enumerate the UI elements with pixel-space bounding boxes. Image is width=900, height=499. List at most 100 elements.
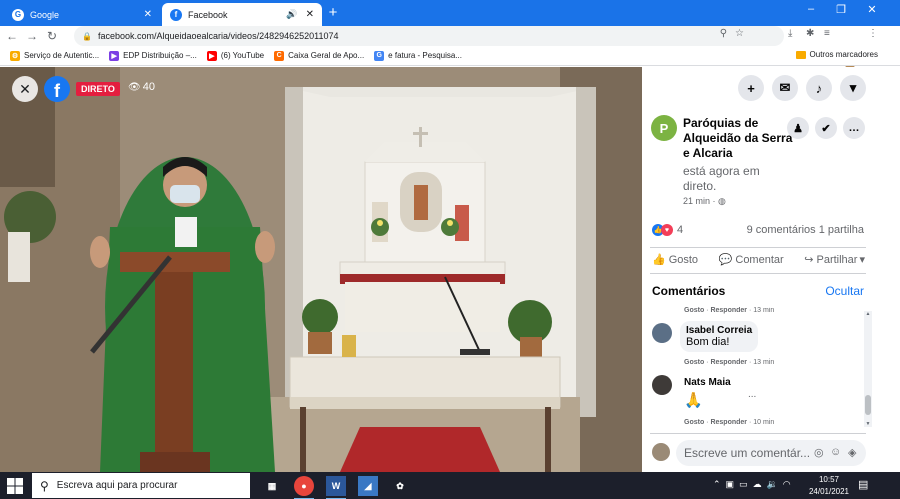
share-button[interactable]: ↪ Partilhar ▾ [804, 253, 868, 267]
commenter-avatar[interactable] [652, 375, 672, 395]
post-time-text: 21 min · [683, 196, 716, 206]
battery-icon[interactable]: ▭ [739, 479, 748, 490]
gif-icon[interactable]: ◈ [848, 446, 856, 459]
tab-google[interactable]: G Google ✕ [4, 3, 160, 26]
audio-playing-icon[interactable]: 🔊 [286, 9, 297, 20]
menu-kebab-icon[interactable]: ⋮ [868, 28, 878, 39]
account-menu-chevron-icon[interactable]: ▾ [840, 75, 866, 101]
bookmark-item[interactable]: C Caixa Geral de Apo... [274, 50, 364, 61]
comments-list[interactable]: Gosto · Responder · 13 min Isabel Correi… [642, 307, 874, 431]
comment-like-link[interactable]: Gosto [684, 419, 704, 426]
chrome-taskbar-icon[interactable]: ● [294, 476, 314, 499]
comment-button[interactable]: 💬 Comentar [719, 253, 784, 267]
close-tab-icon[interactable]: ✕ [306, 9, 314, 20]
close-video-button[interactable]: ✕ [12, 76, 38, 102]
forward-arrow-icon[interactable]: → [24, 29, 40, 43]
comment-reply-link[interactable]: Responder [710, 359, 747, 366]
comment-reply-link[interactable]: Responder [710, 307, 747, 314]
shares-count-link[interactable]: 1 partilha [819, 224, 864, 236]
live-video-player[interactable]: ✕ f DIRETO 👁 40 [0, 67, 642, 472]
comment-author[interactable]: Nats Maia [684, 377, 731, 388]
photos-taskbar-icon[interactable]: ✿ [390, 476, 410, 496]
notification-center-icon[interactable]: ▤ [858, 478, 868, 491]
new-tab-button[interactable]: + [324, 4, 342, 21]
bookmark-item[interactable]: G e fatura - Pesquisa... [374, 50, 462, 61]
wifi-icon[interactable]: ◠ [783, 479, 791, 490]
reload-icon[interactable]: ↻ [44, 29, 60, 43]
word-taskbar-icon[interactable]: W [326, 476, 346, 499]
emoji-icon[interactable]: ☺ [830, 446, 841, 458]
like-label: Gosto [668, 253, 699, 266]
reactions-summary[interactable]: 👍 ♥ 4 [652, 224, 683, 236]
current-user-avatar [652, 443, 670, 461]
taskbar-search[interactable]: ⚲ Escreva aqui para procurar [32, 473, 250, 498]
comment-author[interactable]: Isabel Correia [686, 325, 752, 336]
viewer-count-value: 40 [142, 81, 155, 93]
more-options-icon[interactable]: … [843, 117, 865, 139]
post-action-bar: 👍 Gosto 💬 Comentar ↪ Partilhar ▾ [652, 253, 868, 267]
app-taskbar-icon[interactable]: ◢ [358, 476, 378, 496]
bookmark-item[interactable]: ▶ EDP Distribuição –... [109, 50, 197, 61]
page-avatar[interactable]: P [651, 115, 677, 141]
hide-comments-link[interactable]: Ocultar [825, 284, 864, 298]
thumbs-up-icon: 👍 [652, 254, 666, 266]
love-reaction-icon: ♥ [661, 224, 673, 236]
maximize-button[interactable]: ❐ [830, 3, 852, 16]
back-arrow-icon[interactable]: ← [4, 29, 20, 43]
notifications-bell-icon[interactable]: ♪ [806, 75, 832, 101]
facebook-favicon-icon: f [170, 8, 182, 21]
comment-more-options[interactable]: ... [748, 389, 756, 400]
browser-tab-strip: G Google ✕ f Facebook 🔊 ✕ + – ❐ ✕ [0, 0, 900, 26]
scroll-up-arrow-icon[interactable]: ▲ [864, 311, 872, 317]
follow-bell-icon[interactable]: ♟ [787, 117, 809, 139]
minimize-button[interactable]: – [800, 3, 822, 15]
cloud-icon[interactable]: ☁ [753, 479, 762, 490]
comment-time: 13 min [753, 307, 775, 314]
comment-like-link[interactable]: Gosto [684, 307, 704, 314]
create-plus-icon[interactable]: + [738, 75, 764, 101]
taskbar-clock[interactable]: 10:57 24/01/2021 [806, 474, 852, 498]
post-side-panel: + ✉ ♪ ▾ P Paróquias de Alqueidão da Serr… [642, 67, 874, 472]
browser-toolbar: ← → ↻ 🔒 facebook.com/Alqueidaoealcaria/v… [0, 26, 900, 68]
tab-title: Facebook [188, 9, 228, 20]
tray-overflow-icon[interactable]: ⌃ [713, 479, 721, 490]
bookmark-label: EDP Distribuição –... [123, 51, 197, 60]
facebook-logo-icon[interactable]: f [44, 76, 70, 102]
task-view-icon[interactable]: ▦ [262, 476, 282, 496]
engagement-counts: 9 comentários 1 partilha [747, 224, 864, 236]
bookmark-label: (6) YouTube [220, 51, 265, 60]
scrollbar-thumb[interactable] [865, 395, 871, 415]
comment-reply-link[interactable]: Responder [710, 419, 747, 426]
save-post-icon[interactable]: ✔ [815, 117, 837, 139]
bookmark-item[interactable]: ▶ (6) YouTube [206, 50, 265, 61]
zoom-icon[interactable]: ⚲ [720, 28, 727, 39]
comment-meta: Gosto · Responder · 13 min [684, 359, 775, 366]
like-button[interactable]: 👍 Gosto [652, 253, 699, 267]
divider [650, 273, 866, 274]
comment-like-link[interactable]: Gosto [684, 359, 704, 366]
page-name[interactable]: Paróquias de Alqueidão da Serra e Alcari… [683, 116, 793, 161]
tray-app-icon[interactable]: ▣ [726, 479, 735, 490]
post-time[interactable]: 21 min · ◍ [683, 196, 726, 207]
youtube-icon: ▶ [206, 50, 217, 61]
post-actions: ♟ ✔ … [787, 117, 865, 139]
extensions-icon[interactable]: ✱ [806, 28, 814, 39]
media-control-icon[interactable]: ≡ [824, 28, 830, 39]
address-bar[interactable]: 🔒 facebook.com/Alqueidaoealcaria/videos/… [74, 26, 784, 46]
volume-icon[interactable]: 🔉 [767, 479, 778, 490]
other-bookmarks[interactable]: Outros marcadores [795, 50, 878, 59]
commenter-avatar[interactable] [652, 323, 672, 343]
bookmark-item[interactable]: ⚙ Serviço de Autentic... [10, 50, 99, 61]
messenger-icon[interactable]: ✉ [772, 75, 798, 101]
close-tab-icon[interactable]: ✕ [144, 9, 152, 20]
scroll-down-arrow-icon[interactable]: ▼ [864, 421, 872, 427]
bookmark-star-icon[interactable]: ☆ [735, 28, 744, 39]
comments-scrollbar[interactable]: ▲ ▼ [864, 311, 872, 427]
comments-count-link[interactable]: 9 comentários [747, 224, 816, 236]
tab-facebook[interactable]: f Facebook 🔊 ✕ [162, 3, 322, 26]
sticker-icon[interactable]: ◎ [814, 446, 824, 459]
share-label: Partilhar [816, 253, 858, 266]
download-icon[interactable]: ⤓ [788, 28, 792, 39]
close-window-button[interactable]: ✕ [861, 3, 883, 16]
windows-start-icon[interactable] [6, 477, 24, 495]
